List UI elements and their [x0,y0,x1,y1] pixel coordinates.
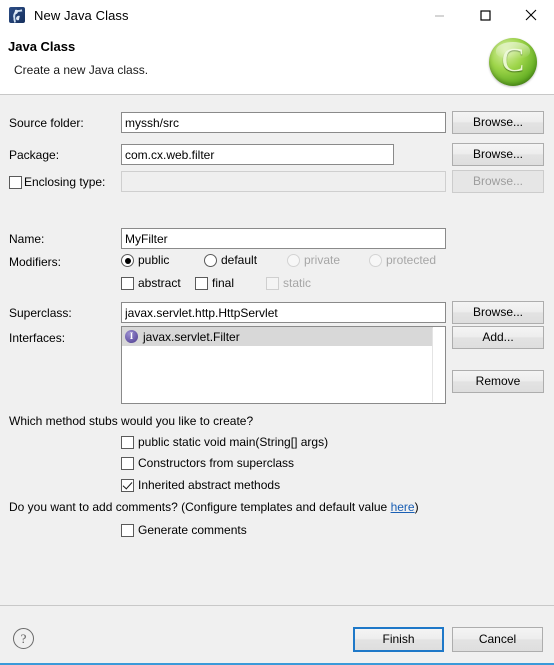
enclosing-type-browse-button: Browse... [452,170,544,193]
modifier-label-final: final [212,276,235,290]
modifier-label-private: private [304,253,341,267]
interfaces-list-scroll-gutter[interactable] [432,328,444,402]
stub-label-inherited-abstract: Inherited abstract methods [138,478,281,492]
generate-comments-label: Generate comments [138,523,247,537]
stub-label-main-method: public static void main(String[] args) [138,435,329,449]
package-label: Package: [9,148,60,162]
modifier-label-protected: protected [386,253,437,267]
maximize-icon[interactable] [462,0,508,30]
interfaces-label: Interfaces: [9,331,66,345]
source-folder-label: Source folder: [9,116,84,130]
superclass-input[interactable] [121,302,446,323]
window-controls [416,0,554,30]
modifier-checkbox-static [266,277,279,290]
package-browse-button[interactable]: Browse... [452,143,544,166]
modifier-checkbox-final[interactable] [195,277,208,290]
source-folder-browse-button[interactable]: Browse... [452,111,544,134]
modifier-label-abstract: abstract [138,276,181,290]
package-input[interactable] [121,144,394,165]
new-java-class-dialog: New Java Class Java Class Create a new J… [0,0,554,665]
finish-button[interactable]: Finish [353,627,444,652]
source-folder-input[interactable] [121,112,446,133]
comments-question-suffix: ) [414,500,419,514]
java-class-banner-icon: C [489,38,537,86]
close-icon[interactable] [508,0,554,30]
interface-name: javax.servlet.Filter [143,329,240,344]
title-bar: New Java Class [0,0,554,30]
method-stubs-question: Which method stubs would you like to cre… [9,414,254,428]
stub-checkbox-main-method[interactable] [121,436,134,449]
modifiers-label: Modifiers: [9,255,62,269]
modifier-radio-public[interactable] [121,254,134,267]
list-item[interactable]: I javax.servlet.Filter [122,327,433,346]
interfaces-list[interactable]: I javax.servlet.Filter [121,326,446,404]
stub-checkbox-constructors[interactable] [121,457,134,470]
banner-icon-letter: C [501,42,525,79]
minimize-icon[interactable] [416,0,462,30]
comments-question: Do you want to add comments? (Configure … [9,500,419,514]
superclass-label: Superclass: [9,306,72,320]
page-description: Create a new Java class. [14,63,149,77]
cancel-button[interactable]: Cancel [452,627,543,652]
stub-checkbox-inherited-abstract[interactable] [121,479,134,492]
modifier-checkbox-abstract[interactable] [121,277,134,290]
enclosing-type-input [121,171,446,192]
stub-label-constructors: Constructors from superclass [138,456,295,470]
page-title: Java Class [8,39,76,54]
interface-icon: I [125,330,138,343]
modifier-radio-protected [369,254,382,267]
modifier-label-public: public [138,253,170,267]
enclosing-type-label: Enclosing type: [24,175,106,189]
dialog-body: Source folder: Browse... Package: Browse… [0,95,554,605]
name-label: Name: [9,232,45,246]
dialog-footer: ? Finish Cancel [0,605,554,663]
help-icon[interactable]: ? [13,628,34,649]
superclass-browse-button[interactable]: Browse... [452,301,544,324]
comments-question-prefix: Do you want to add comments? (Configure … [9,500,391,514]
interfaces-remove-button[interactable]: Remove [452,370,544,393]
dialog-header: Java Class Create a new Java class. C [0,30,554,95]
name-input[interactable] [121,228,446,249]
generate-comments-checkbox[interactable] [121,524,134,537]
window-title: New Java Class [34,7,129,23]
modifier-radio-default[interactable] [204,254,217,267]
modifier-radio-private [287,254,300,267]
interfaces-add-button[interactable]: Add... [452,326,544,349]
modifier-label-default: default [221,253,258,267]
modifier-label-static: static [283,276,312,290]
java-class-icon [9,7,25,23]
enclosing-type-checkbox[interactable] [9,176,22,189]
configure-templates-link[interactable]: here [391,500,415,514]
